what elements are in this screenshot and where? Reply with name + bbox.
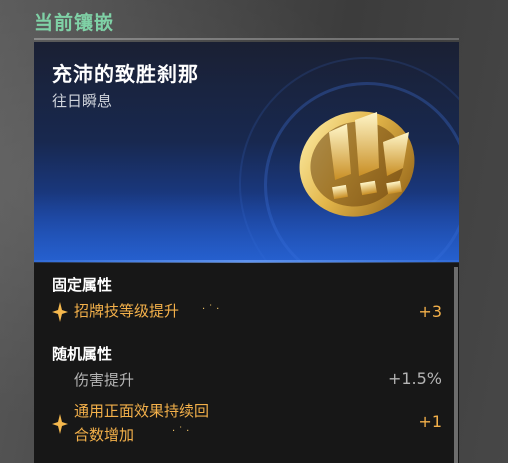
item-name: 充沛的致胜刹那 (52, 62, 199, 86)
random-attribute-value: +1 (418, 412, 442, 431)
random-attribute-value: +1.5% (387, 369, 442, 388)
card-banner: 充沛的致胜刹那 往日瞬息 (34, 42, 459, 262)
gold-sparkle-icon (52, 302, 68, 322)
scrollbar[interactable] (454, 267, 458, 463)
random-attribute-label-line2: 合数增加 (74, 426, 135, 444)
fixed-attributes-heading: 固定属性 (52, 276, 113, 294)
random-attributes-heading: 随机属性 (52, 345, 113, 363)
gold-sparkle-icon (52, 414, 68, 434)
sparkle-dots-decoration: ·˙· (202, 304, 223, 315)
sparkle-dots-decoration: ·˙· (172, 426, 193, 437)
section-divider (34, 38, 459, 40)
fixed-attribute-value: +3 (418, 302, 442, 321)
random-attribute-row: 通用正面效果持续回 合数增加 ·˙· +1 (52, 400, 442, 448)
random-attribute-label: 伤害提升 (74, 371, 135, 389)
random-attribute-row: 伤害提升 +1.5% (52, 369, 442, 393)
section-title: 当前镶嵌 (34, 12, 115, 34)
banner-divider (34, 260, 459, 263)
random-attribute-label-line1: 通用正面效果持续回 (74, 402, 210, 420)
fixed-attribute-row: 招牌技等级提升 ·˙· +3 (52, 300, 442, 324)
item-card[interactable]: 充沛的致胜刹那 往日瞬息 固定属性 招牌技等级提升 ·˙· +3 随机属性 伤害… (34, 42, 459, 463)
fixed-attribute-label: 招牌技等级提升 (74, 302, 180, 320)
gold-exclamation-badge-icon (299, 111, 415, 217)
item-subtitle: 往日瞬息 (52, 92, 113, 110)
